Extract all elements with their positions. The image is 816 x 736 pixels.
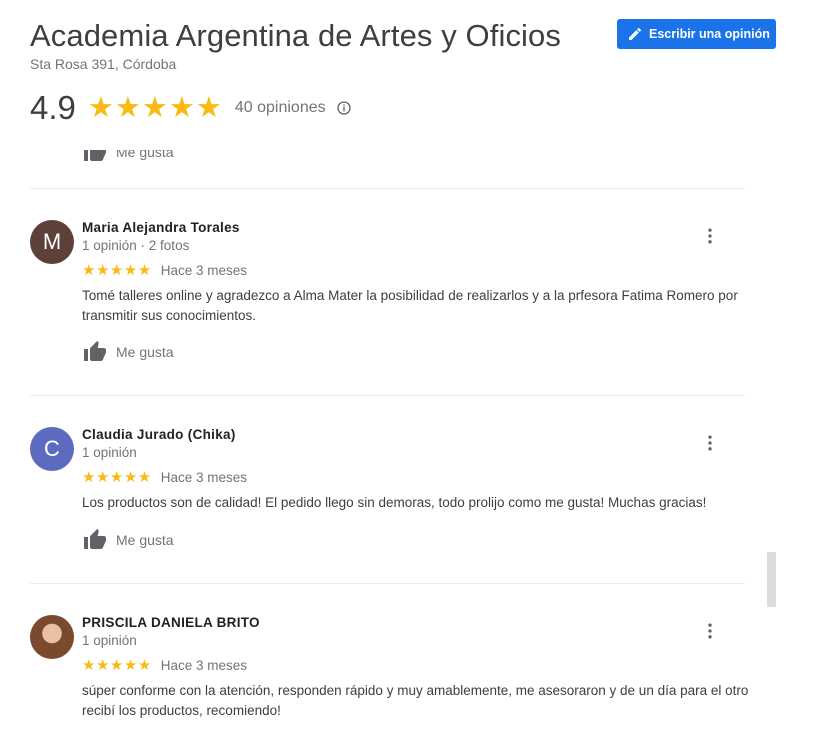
divider	[30, 395, 745, 396]
more-options-button[interactable]	[700, 433, 720, 453]
like-label: Me gusta	[116, 344, 174, 360]
reviewer-name[interactable]: PRISCILA DANIELA BRITO	[82, 615, 260, 630]
like-button[interactable]: Me gusta	[82, 528, 174, 552]
write-review-button[interactable]: Escribir una opinión	[617, 19, 776, 49]
more-options-button[interactable]	[700, 226, 720, 246]
review-time: Hace 3 meses	[160, 657, 248, 673]
like-button[interactable]: Me gusta	[82, 340, 174, 364]
review-count[interactable]: 40 opiniones	[235, 99, 326, 117]
reviewer-meta: 1 opinión · 2 fotos	[82, 238, 190, 253]
pencil-icon	[629, 27, 642, 40]
more-vert-icon	[708, 228, 712, 244]
reviewer-meta: 1 opinión	[82, 445, 137, 460]
thumbs-up-icon	[84, 341, 106, 361]
review-text: Los productos son de calidad! El pedido …	[82, 495, 707, 510]
write-review-label: Escribir una opinión	[649, 27, 770, 41]
rating-value: 4.9	[30, 89, 76, 126]
like-label: Me gusta	[116, 532, 174, 548]
place-address: Sta Rosa 391, Córdoba	[30, 56, 177, 72]
rating-summary: 4.9 ★★★★★ 40 opiniones	[30, 88, 352, 128]
review-text: Tomé talleres online y agradezco a Alma …	[82, 288, 738, 323]
review-time: Hace 3 meses	[160, 469, 248, 485]
divider	[30, 188, 745, 189]
more-options-button[interactable]	[700, 621, 720, 641]
divider	[30, 583, 745, 584]
info-icon[interactable]	[336, 100, 352, 116]
more-vert-icon	[708, 435, 712, 451]
rating-stars: ★★★★★	[87, 91, 223, 124]
avatar[interactable]: C	[30, 427, 74, 471]
place-header: Academia Argentina de Artes y Oficios St…	[0, 0, 816, 150]
page-title: Academia Argentina de Artes y Oficios	[30, 18, 561, 53]
reviewer-meta: 1 opinión	[82, 633, 137, 648]
thumbs-up-icon	[84, 529, 106, 549]
review-stars: ★★★★★	[82, 469, 152, 486]
review-stars: ★★★★★	[82, 262, 152, 279]
review-stars: ★★★★★	[82, 657, 152, 674]
review-text: súper conforme con la atención, responde…	[82, 683, 749, 718]
reviewer-name[interactable]: Maria Alejandra Torales	[82, 220, 240, 235]
scrollbar-thumb[interactable]	[767, 552, 776, 607]
review-time: Hace 3 meses	[160, 262, 248, 278]
avatar-initial: M	[42, 229, 62, 254]
more-vert-icon	[708, 623, 712, 639]
avatar[interactable]: M	[30, 220, 74, 264]
reviewer-name[interactable]: Claudia Jurado (Chika)	[82, 427, 236, 442]
avatar-initial: C	[44, 436, 60, 461]
avatar[interactable]	[30, 615, 74, 659]
